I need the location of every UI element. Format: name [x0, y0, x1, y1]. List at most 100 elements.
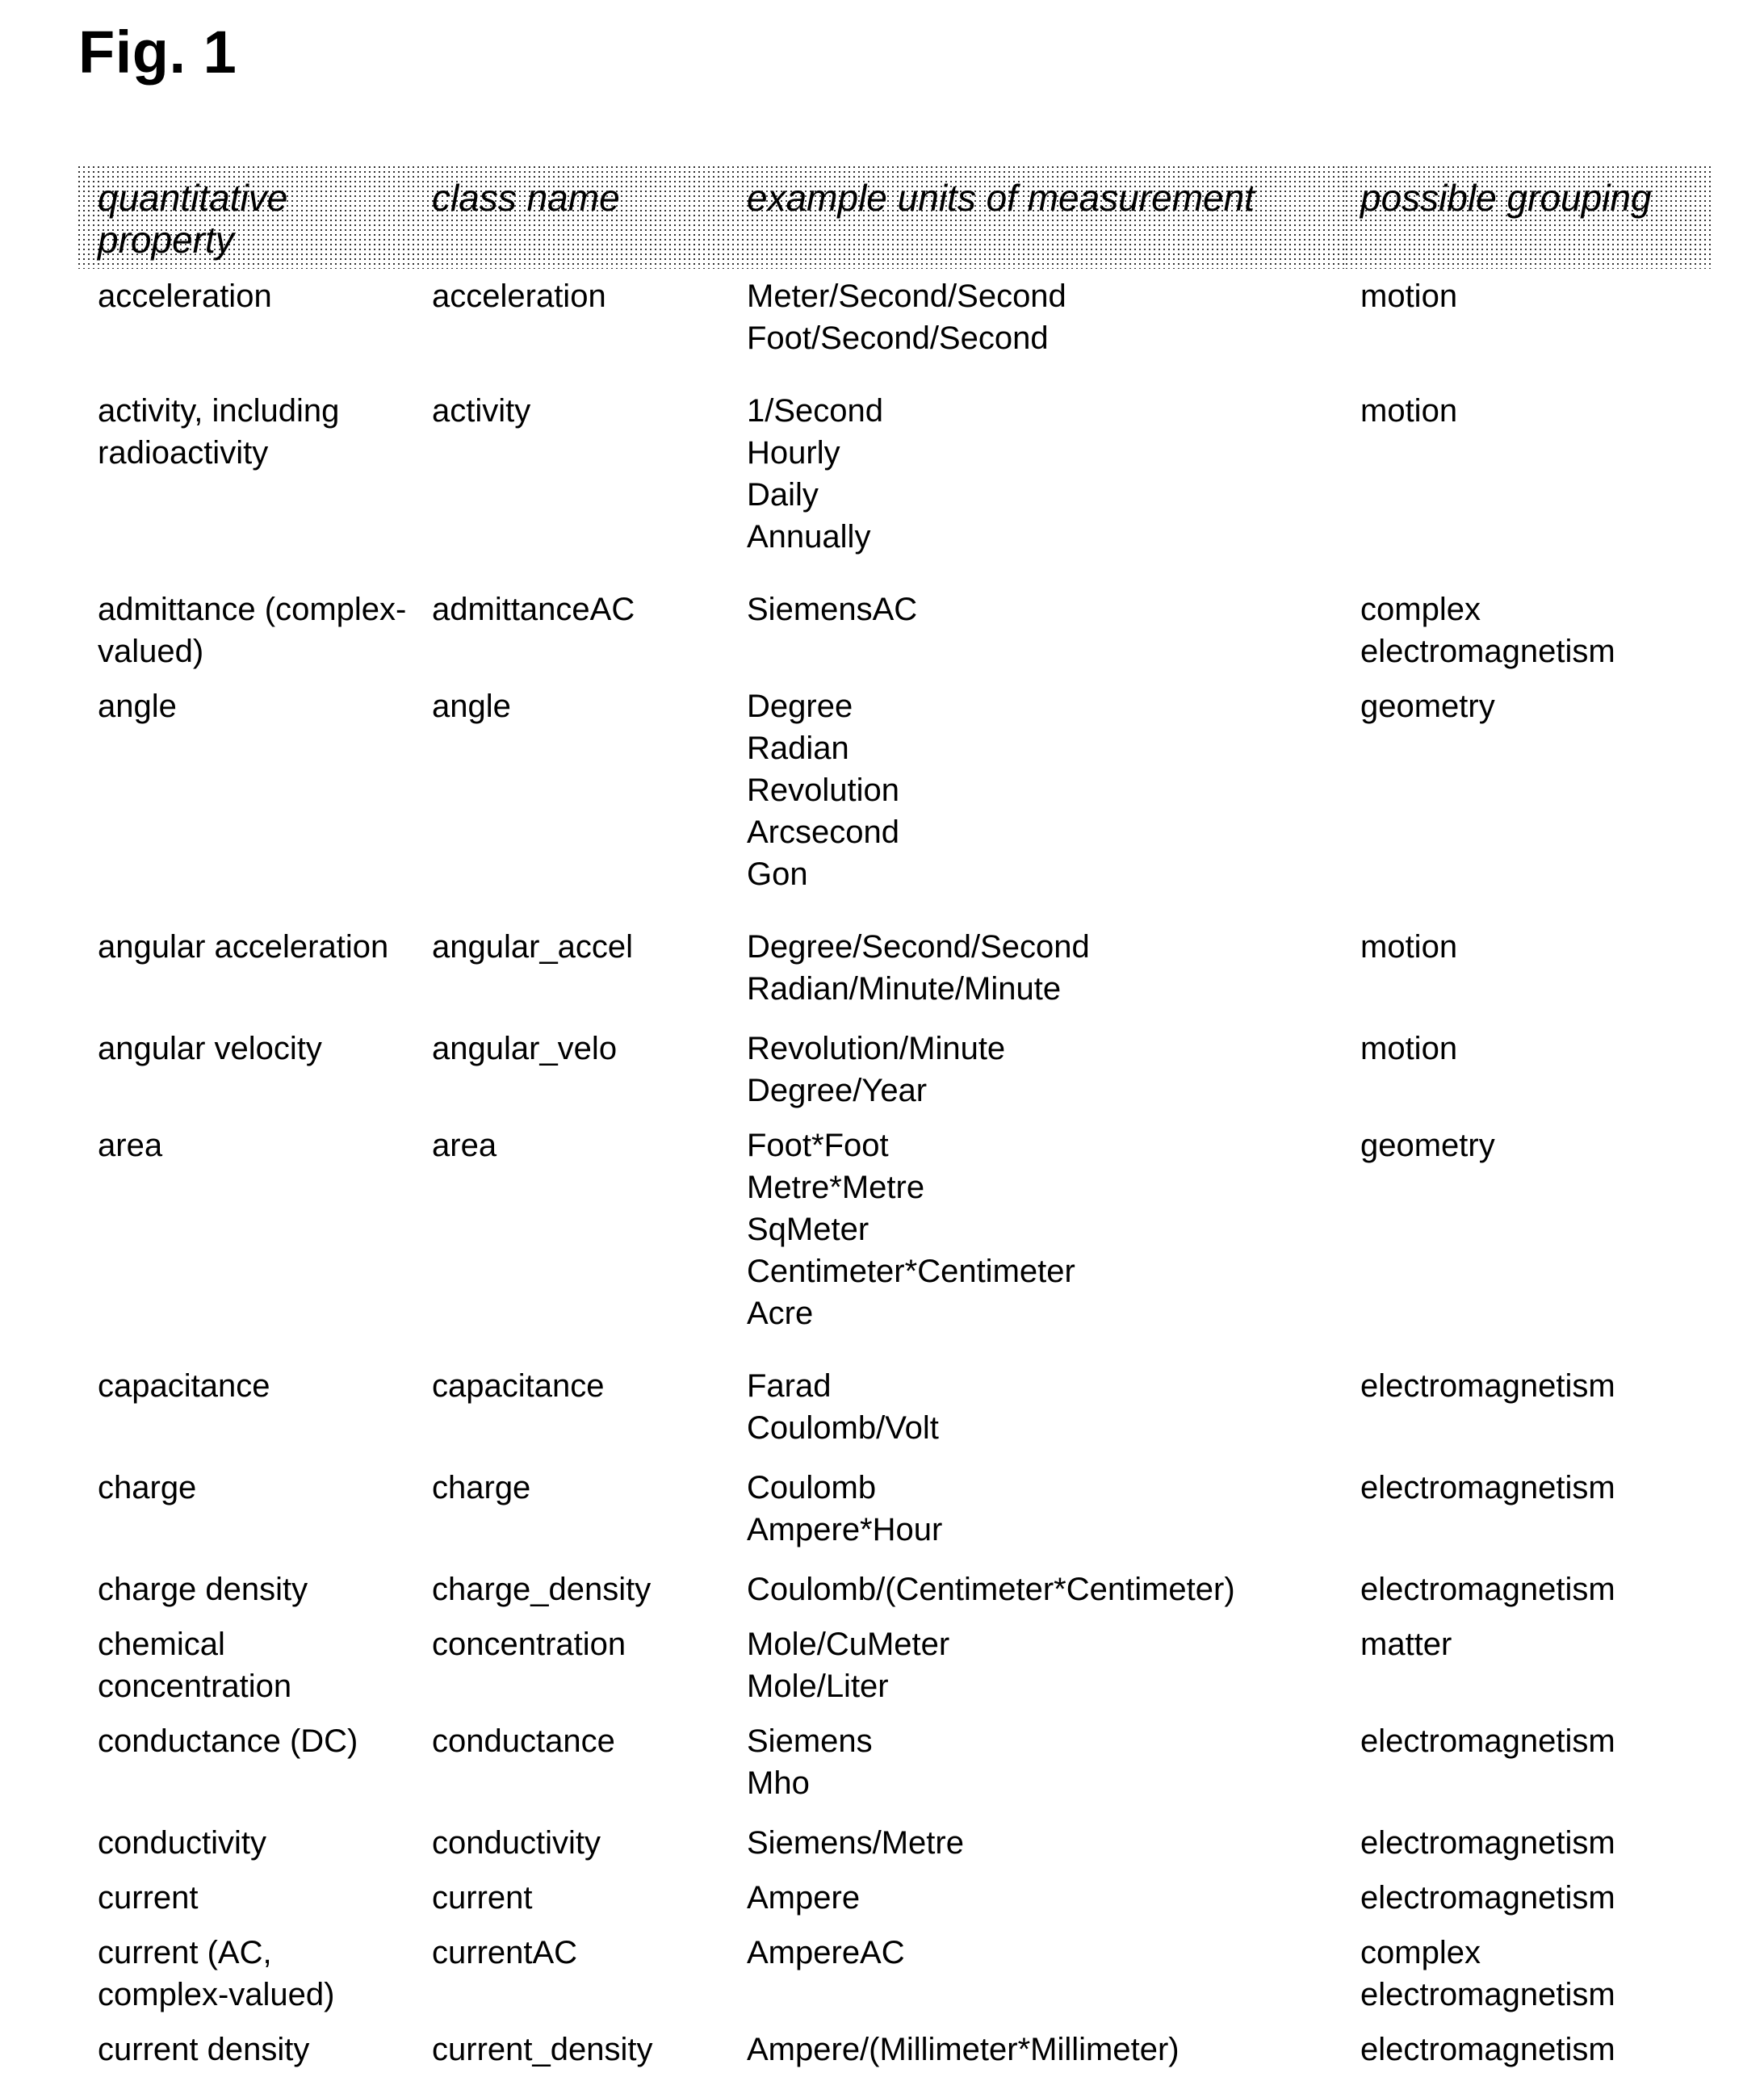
cell-quantitative-property: acceleration: [98, 278, 272, 315]
column-header-quantitative-property: quantitative property: [78, 166, 417, 270]
cell-class-name: conductance: [432, 1723, 615, 1760]
cell-possible-grouping: electromagnetism: [1360, 1470, 1615, 1506]
figure-title: Fig. 1: [78, 19, 237, 86]
cell-quantitative-property: current (AC, complex-valued): [98, 1935, 335, 2013]
table-row: current current Ampere electromagnetism: [78, 1870, 1711, 1925]
cell-possible-grouping: complex electromagnetism: [1360, 592, 1615, 670]
row-spacer: [78, 366, 1711, 383]
column-header-possible-grouping: possible grouping: [1346, 166, 1711, 270]
cell-example-units: AmpereAC: [747, 1935, 905, 1971]
cell-possible-grouping: geometry: [1360, 689, 1495, 725]
cell-quantitative-property: conductivity: [98, 1825, 266, 1861]
table-header-row: quantitative property class name example…: [78, 166, 1711, 270]
cell-quantitative-property: charge density: [98, 1572, 308, 1608]
cell-class-name: current: [432, 1880, 533, 1916]
row-spacer-cell: [78, 902, 1711, 919]
table-row: current density current_density Ampere/(Mi…: [78, 2022, 1711, 2077]
cell-quantitative-property: chemical concentration: [98, 1627, 292, 1705]
cell-possible-grouping: electromagnetism: [1360, 1368, 1615, 1405]
cell-class-name: capacitance: [432, 1368, 605, 1405]
table-row: angle angle Degree Radian Revolution Arcse…: [78, 679, 1711, 902]
cell-class-name: currentAC: [432, 1935, 578, 1971]
cell-class-name: angular_accel: [432, 929, 634, 965]
cell-class-name: conductivity: [432, 1825, 601, 1861]
cell-class-name: current_density: [432, 2032, 653, 2068]
table-row: admittance (complex-valued) admittanceAC S…: [78, 582, 1711, 679]
cell-class-name: area: [432, 1128, 497, 1164]
cell-possible-grouping: geometry: [1360, 1128, 1495, 1164]
cell-example-units: Revolution/Minute Degree/Year: [747, 1031, 1006, 1109]
cell-class-name: activity: [432, 393, 531, 429]
cell-possible-grouping: motion: [1360, 929, 1458, 965]
table-row: charge charge Coulomb Ampere*Hour electroma…: [78, 1460, 1711, 1557]
cell-quantitative-property: angular acceleration: [98, 929, 389, 965]
row-spacer-cell: [78, 1341, 1711, 1359]
cell-possible-grouping: electromagnetism: [1360, 1723, 1615, 1760]
cell-example-units: SiemensAC: [747, 592, 918, 628]
row-spacer-cell: [78, 564, 1711, 582]
cell-example-units: Farad Coulomb/Volt: [747, 1368, 939, 1447]
column-header-label: example units of measurement: [747, 177, 1255, 219]
cell-possible-grouping: motion: [1360, 278, 1458, 315]
cell-class-name: angular_velo: [432, 1031, 618, 1067]
cell-example-units: Ampere: [747, 1880, 861, 1916]
cell-quantitative-property: current density: [98, 2032, 310, 2068]
column-header-example-units: example units of measurement: [732, 166, 1346, 270]
table-row: activity, including radioactivity activit…: [78, 383, 1711, 564]
properties-table-container: quantitative property class name example…: [78, 166, 1711, 2077]
cell-quantitative-property: area: [98, 1128, 163, 1164]
cell-example-units: Degree/Second/Second Radian/Minute/Minut…: [747, 929, 1090, 1007]
cell-quantitative-property: angular velocity: [98, 1031, 322, 1067]
cell-example-units: Coulomb Ampere*Hour: [747, 1470, 943, 1548]
figure-page: Fig. 1 quantitative property class name …: [0, 0, 1764, 2067]
cell-possible-grouping: motion: [1360, 393, 1458, 429]
cell-possible-grouping: electromagnetism: [1360, 2032, 1615, 2068]
table-row: angular acceleration angular_accel Degree/…: [78, 919, 1711, 1016]
table-row: capacitance capacitance Farad Coulomb/Volt…: [78, 1359, 1711, 1455]
cell-example-units: Mole/CuMeter Mole/Liter: [747, 1627, 950, 1705]
cell-possible-grouping: electromagnetism: [1360, 1880, 1615, 1916]
cell-possible-grouping: electromagnetism: [1360, 1572, 1615, 1608]
cell-quantitative-property: angle: [98, 689, 177, 725]
cell-quantitative-property: capacitance: [98, 1368, 270, 1405]
cell-quantitative-property: activity, including radioactivity: [98, 393, 340, 471]
row-spacer-cell: [78, 366, 1711, 383]
cell-possible-grouping: electromagnetism: [1360, 1825, 1615, 1861]
cell-class-name: angle: [432, 689, 511, 725]
cell-example-units: Ampere/(Millimeter*Millimeter): [747, 2032, 1179, 2068]
column-header-label: class name: [432, 177, 620, 219]
cell-example-units: Degree Radian Revolution Arcsecond Gon: [747, 689, 900, 893]
cell-class-name: acceleration: [432, 278, 606, 315]
cell-possible-grouping: motion: [1360, 1031, 1458, 1067]
cell-quantitative-property: current: [98, 1880, 199, 1916]
cell-example-units: Siemens Mho: [747, 1723, 873, 1802]
table-body: acceleration acceleration Meter/Second/Sec…: [78, 269, 1711, 2077]
column-header-label: possible grouping: [1360, 177, 1652, 219]
cell-example-units: Siemens/Metre: [747, 1825, 964, 1861]
cell-possible-grouping: complex electromagnetism: [1360, 1935, 1615, 2013]
cell-possible-grouping: matter: [1360, 1627, 1452, 1663]
column-header-label: quantitative property: [98, 177, 288, 261]
cell-class-name: admittanceAC: [432, 592, 635, 628]
cell-example-units: Foot*Foot Metre*Metre SqMeter Centimeter…: [747, 1128, 1075, 1332]
table-row: chemical concentration concentration Mole/…: [78, 1617, 1711, 1714]
cell-quantitative-property: conductance (DC): [98, 1723, 358, 1760]
column-header-class-name: class name: [417, 166, 732, 270]
properties-table: quantitative property class name example…: [78, 166, 1711, 2077]
table-row: conductance (DC) conductance Siemens Mho el…: [78, 1714, 1711, 1811]
table-row: charge density charge_density Coulomb/(Cen…: [78, 1562, 1711, 1617]
table-row: conductivity conductivity Siemens/Metre ele…: [78, 1815, 1711, 1870]
cell-example-units: Meter/Second/Second Foot/Second/Second: [747, 278, 1066, 357]
cell-class-name: charge_density: [432, 1572, 652, 1608]
row-spacer: [78, 564, 1711, 582]
table-row: acceleration acceleration Meter/Second/Sec…: [78, 269, 1711, 366]
cell-example-units: 1/Second Hourly Daily Annually: [747, 393, 884, 555]
cell-quantitative-property: admittance (complex-valued): [98, 592, 407, 670]
table-row: current (AC, complex-valued) currentAC Amp…: [78, 1925, 1711, 2022]
table-header: quantitative property class name example…: [78, 166, 1711, 270]
row-spacer: [78, 902, 1711, 919]
cell-class-name: charge: [432, 1470, 531, 1506]
row-spacer: [78, 1341, 1711, 1359]
cell-quantitative-property: charge: [98, 1470, 197, 1506]
table-row: angular velocity angular_velo Revolution/M…: [78, 1021, 1711, 1118]
